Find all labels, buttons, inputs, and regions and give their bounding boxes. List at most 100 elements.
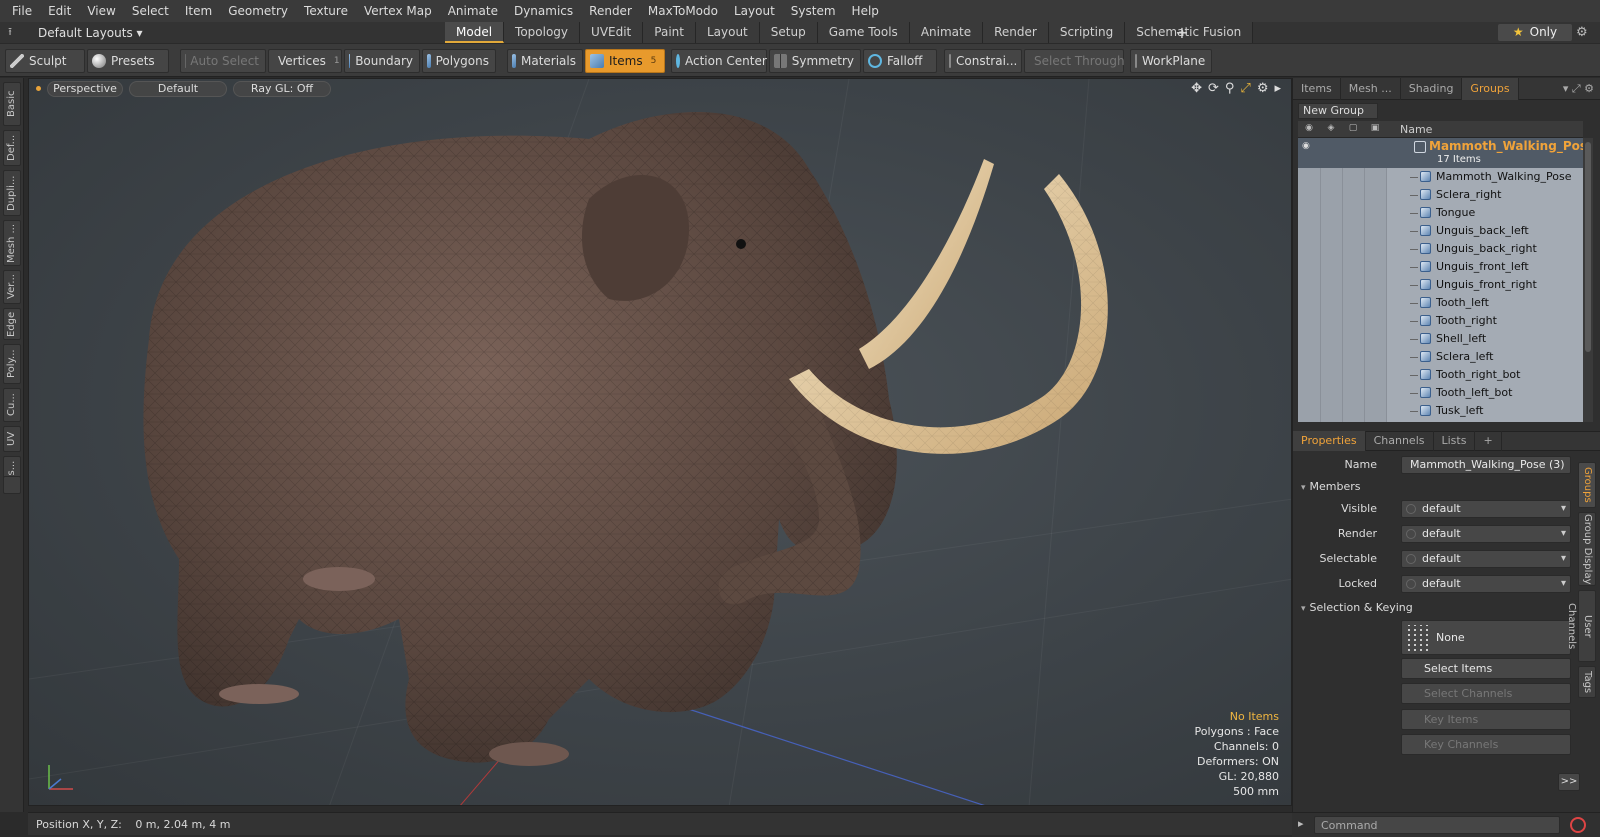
menu-item-help[interactable]: Help <box>844 0 887 22</box>
left-tab-4[interactable]: Ver... <box>3 270 21 304</box>
left-tab-5[interactable]: Edge <box>3 308 21 340</box>
prop-tab-2[interactable]: Lists <box>1434 431 1476 451</box>
auto-select-button[interactable]: Auto Select <box>180 49 266 73</box>
menu-item-edit[interactable]: Edit <box>40 0 79 22</box>
menu-item-render[interactable]: Render <box>581 0 640 22</box>
tab-uvedit[interactable]: UVEdit <box>580 22 644 43</box>
panel-expand-icon[interactable]: ▾ ⤢ ⚙ <box>1563 78 1594 100</box>
prop-tab-0[interactable]: Properties <box>1293 431 1366 451</box>
render-column-icon[interactable]: ◈ <box>1323 123 1339 135</box>
constraints-button[interactable]: Constrai... <box>944 49 1022 73</box>
items-button[interactable]: Items 5 <box>585 49 665 73</box>
name-column-header[interactable]: Name <box>1400 123 1432 136</box>
right-tab-items[interactable]: Items <box>1293 77 1341 100</box>
tab-render[interactable]: Render <box>983 22 1049 43</box>
fit-icon[interactable]: ⤢ <box>1240 81 1250 96</box>
tab-scripting[interactable]: Scripting <box>1048 22 1126 43</box>
tab-paint[interactable]: Paint <box>643 22 696 43</box>
left-tab-6[interactable]: Poly... <box>3 344 21 384</box>
play-arrow-icon[interactable]: ▸ <box>1274 81 1281 96</box>
side-tab-groups[interactable]: Groups <box>1578 462 1596 508</box>
3d-viewport[interactable]: Perspective Default Ray GL: Off ✥ ⟳ ⚲ ⤢ … <box>28 78 1292 806</box>
select-items-button[interactable]: Select Items <box>1401 658 1571 679</box>
gear-icon[interactable]: ⚙ <box>1257 81 1269 96</box>
lock-column-icon[interactable]: ▣ <box>1367 123 1383 135</box>
list-item[interactable]: Sclera_left <box>1298 348 1583 366</box>
list-item[interactable]: Unguis_back_right <box>1298 240 1583 258</box>
side-tab-group-display[interactable]: Group Display <box>1578 512 1596 586</box>
group-name-field[interactable]: Mammoth_Walking_Pose (3) <box>1401 456 1571 474</box>
tab-game-tools[interactable]: Game Tools <box>817 22 910 43</box>
shading-dropdown[interactable]: Default <box>129 81 227 97</box>
new-group-button[interactable]: New Group <box>1298 103 1378 119</box>
none-button[interactable]: None <box>1401 620 1571 655</box>
members-section[interactable]: ▾ Members <box>1301 479 1571 495</box>
more-button[interactable]: >> <box>1558 773 1580 791</box>
action-center-button[interactable]: Action Center <box>671 49 767 73</box>
add-tab-button[interactable]: + <box>1171 22 1193 43</box>
vertices-button[interactable]: Vertices 1 <box>268 49 342 73</box>
pan-icon[interactable]: ✥ <box>1191 81 1202 96</box>
right-tab-mesh[interactable]: Mesh ... <box>1341 77 1401 100</box>
list-item[interactable]: Mammoth_Walking_Pose <box>1298 168 1583 186</box>
list-item[interactable]: Unguis_front_right <box>1298 276 1583 294</box>
selection-keying-section[interactable]: ▾ Selection & Keying <box>1301 600 1571 616</box>
visible-dropdown[interactable]: default <box>1401 500 1571 518</box>
side-tab-user-channels[interactable]: User Channels <box>1566 590 1596 662</box>
groups-scrollbar[interactable] <box>1583 138 1593 422</box>
menu-item-layout[interactable]: Layout <box>726 0 783 22</box>
list-item[interactable]: Tusk_left <box>1298 402 1583 420</box>
tab-model[interactable]: Model <box>445 22 505 43</box>
prop-tab-3[interactable]: + <box>1475 431 1502 451</box>
render-dropdown[interactable]: default <box>1401 525 1571 543</box>
side-tab-tags[interactable]: Tags <box>1578 666 1596 698</box>
gear-icon[interactable]: ⚙ <box>1576 22 1588 43</box>
workplane-button[interactable]: WorkPlane <box>1130 49 1212 73</box>
select-through-button[interactable]: Select Through <box>1024 49 1125 73</box>
tab-setup[interactable]: Setup <box>759 22 818 43</box>
select-channels-button[interactable]: Select Channels <box>1401 683 1571 704</box>
arrow-up-icon[interactable]: ⭱ <box>0 23 20 42</box>
menu-item-item[interactable]: Item <box>177 0 220 22</box>
list-item[interactable]: Tooth_left_bot <box>1298 384 1583 402</box>
eye-icon[interactable]: ◉ <box>1302 141 1314 151</box>
polygons-button[interactable]: Polygons <box>422 49 496 73</box>
record-icon[interactable] <box>1570 817 1586 833</box>
selectable-dropdown[interactable]: default <box>1401 550 1571 568</box>
menu-item-vertex-map[interactable]: Vertex Map <box>356 0 440 22</box>
menu-item-texture[interactable]: Texture <box>296 0 356 22</box>
list-item[interactable]: Tongue <box>1298 204 1583 222</box>
key-channels-button[interactable]: Key Channels <box>1401 734 1571 755</box>
presets-button[interactable]: Presets <box>87 49 169 73</box>
command-input[interactable] <box>1314 816 1560 834</box>
tab-layout[interactable]: Layout <box>695 22 760 43</box>
menu-item-select[interactable]: Select <box>124 0 177 22</box>
symmetry-button[interactable]: Symmetry <box>769 49 861 73</box>
view-mode-dropdown[interactable]: Perspective <box>47 81 123 97</box>
key-items-button[interactable]: Key Items <box>1401 709 1571 730</box>
group-row-parent[interactable]: ◉ Mammoth_Walking_Pose 17 Items <box>1298 138 1583 168</box>
only-toggle[interactable]: ★ Only <box>1498 24 1572 41</box>
tab-topology[interactable]: Topology <box>504 22 581 43</box>
rotate-icon[interactable]: ⟳ <box>1208 81 1219 96</box>
menu-item-animate[interactable]: Animate <box>440 0 506 22</box>
visibility-column-icon[interactable]: ◉ <box>1301 123 1317 135</box>
sculpt-button[interactable]: Sculpt <box>5 49 85 73</box>
list-item[interactable]: Tooth_right <box>1298 312 1583 330</box>
prop-tab-1[interactable]: Channels <box>1366 431 1434 451</box>
list-item[interactable]: Shell_left <box>1298 330 1583 348</box>
select-column-icon[interactable]: ▢ <box>1345 123 1361 135</box>
right-tab-groups[interactable]: Groups <box>1462 77 1519 100</box>
left-tab-0[interactable]: Basic <box>3 82 21 126</box>
menu-item-view[interactable]: View <box>79 0 123 22</box>
boundary-button[interactable]: Boundary <box>344 49 420 73</box>
menu-item-system[interactable]: System <box>783 0 844 22</box>
falloff-button[interactable]: Falloff <box>863 49 937 73</box>
list-item[interactable]: Tooth_right_bot <box>1298 366 1583 384</box>
list-item[interactable]: Tooth_left <box>1298 294 1583 312</box>
menu-item-geometry[interactable]: Geometry <box>220 0 296 22</box>
list-item[interactable]: Sclera_right <box>1298 186 1583 204</box>
raygl-toggle[interactable]: Ray GL: Off <box>233 81 331 97</box>
left-tab-expand[interactable] <box>3 476 21 494</box>
right-tab-shading[interactable]: Shading <box>1401 77 1463 100</box>
